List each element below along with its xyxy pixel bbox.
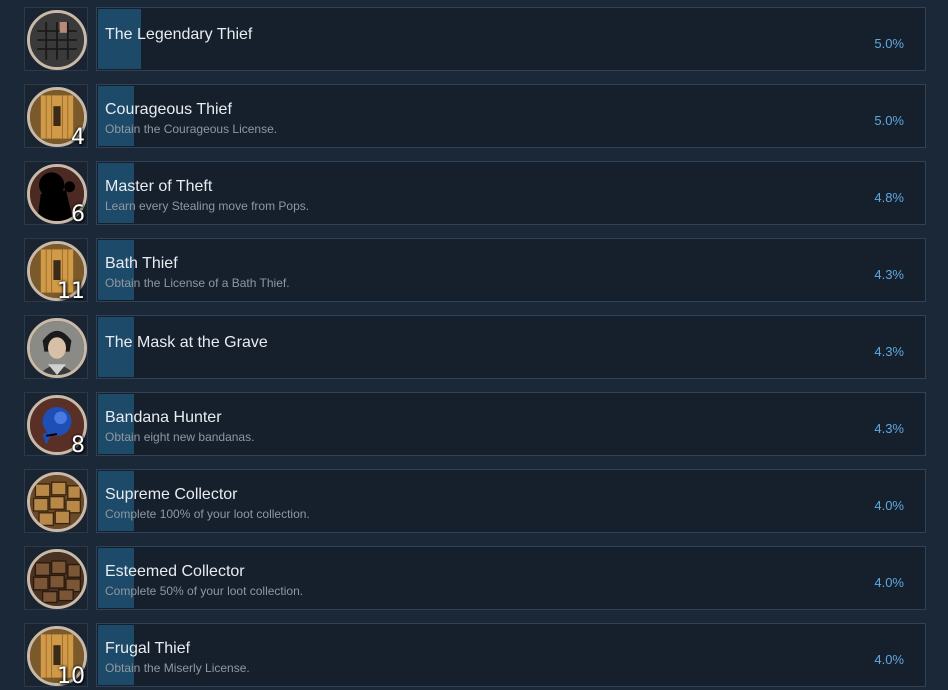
achievement-card: Bath Thief Obtain the License of a Bath … xyxy=(96,238,926,302)
achievement-title: Master of Theft xyxy=(105,178,213,195)
achievement-percent: 4.0% xyxy=(874,498,904,513)
achievement-badge-number: 11 xyxy=(57,279,85,304)
achievement-row: Esteemed Collector Complete 50% of your … xyxy=(0,546,948,610)
achievement-description: Obtain eight new bandanas. xyxy=(105,430,255,444)
achievement-row: The Mask at the Grave 4.3% xyxy=(0,315,948,379)
achievement-badge-number: 10 xyxy=(57,664,85,689)
loot-crates-icon xyxy=(27,549,87,609)
achievement-description: Obtain the Miserly License. xyxy=(105,661,250,675)
achievement-badge-number: 4 xyxy=(71,125,85,150)
achievement-title: Bath Thief xyxy=(105,255,178,272)
achievement-percent: 4.3% xyxy=(874,267,904,282)
achievement-row: 11 Bath Thief Obtain the License of a Ba… xyxy=(0,238,948,304)
achievement-card: The Legendary Thief 5.0% xyxy=(96,7,926,71)
achievement-row: 4 Courageous Thief Obtain the Courageous… xyxy=(0,84,948,150)
achievement-card: Frugal Thief Obtain the Miserly License.… xyxy=(96,623,926,687)
achievement-title: Supreme Collector xyxy=(105,486,238,503)
achievement-icon-frame: 4 xyxy=(24,84,88,150)
achievement-title: Frugal Thief xyxy=(105,640,191,657)
achievement-percent: 4.3% xyxy=(874,421,904,436)
achievement-description: Obtain the Courageous License. xyxy=(105,122,278,136)
achievement-card: Master of Theft Learn every Stealing mov… xyxy=(96,161,926,225)
achievement-row: The Legendary Thief 5.0% xyxy=(0,7,948,71)
achievement-badge-number: 8 xyxy=(71,433,85,458)
achievement-percent: 5.0% xyxy=(874,113,904,128)
loot-crates-icon xyxy=(27,472,87,532)
achievement-badge-number: 6 xyxy=(71,202,85,227)
achievement-icon-frame xyxy=(24,546,88,610)
shogi-board-icon xyxy=(27,10,87,70)
achievement-row: 6 Master of Theft Learn every Stealing m… xyxy=(0,161,948,227)
achievement-description: Complete 100% of your loot collection. xyxy=(105,507,310,521)
achievement-title: The Legendary Thief xyxy=(105,26,253,43)
achievement-description: Obtain the License of a Bath Thief. xyxy=(105,276,290,290)
achievement-icon-frame: 11 xyxy=(24,238,88,304)
achievement-list: The Legendary Thief 5.0% 4 Courageous Th… xyxy=(0,0,948,690)
achievement-percent: 4.0% xyxy=(874,652,904,667)
achievement-description: Learn every Stealing move from Pops. xyxy=(105,199,310,213)
achievement-row: 10 Frugal Thief Obtain the Miserly Licen… xyxy=(0,623,948,689)
achievement-title: Esteemed Collector xyxy=(105,563,245,580)
achievement-card: Supreme Collector Complete 100% of your … xyxy=(96,469,926,533)
achievement-row: Supreme Collector Complete 100% of your … xyxy=(0,469,948,533)
achievement-icon-frame: 10 xyxy=(24,623,88,689)
achievement-percent: 4.8% xyxy=(874,190,904,205)
achievement-percent: 4.3% xyxy=(874,344,904,359)
achievement-icon-frame: 6 xyxy=(24,161,88,227)
character-portrait-icon xyxy=(27,318,87,378)
achievement-row: 8 Bandana Hunter Obtain eight new bandan… xyxy=(0,392,948,458)
achievement-percent: 4.0% xyxy=(874,575,904,590)
achievement-icon-frame xyxy=(24,7,88,71)
achievement-card: Courageous Thief Obtain the Courageous L… xyxy=(96,84,926,148)
achievement-icon-frame: 8 xyxy=(24,392,88,458)
achievement-percent: 5.0% xyxy=(874,36,904,51)
achievement-icon-frame xyxy=(24,469,88,533)
achievement-description: Complete 50% of your loot collection. xyxy=(105,584,304,598)
achievement-card: Esteemed Collector Complete 50% of your … xyxy=(96,546,926,610)
achievement-icon-frame xyxy=(24,315,88,379)
achievement-card: The Mask at the Grave 4.3% xyxy=(96,315,926,379)
achievement-title: Courageous Thief xyxy=(105,101,232,118)
achievement-title: The Mask at the Grave xyxy=(105,334,268,351)
achievement-card: Bandana Hunter Obtain eight new bandanas… xyxy=(96,392,926,456)
achievement-title: Bandana Hunter xyxy=(105,409,222,426)
